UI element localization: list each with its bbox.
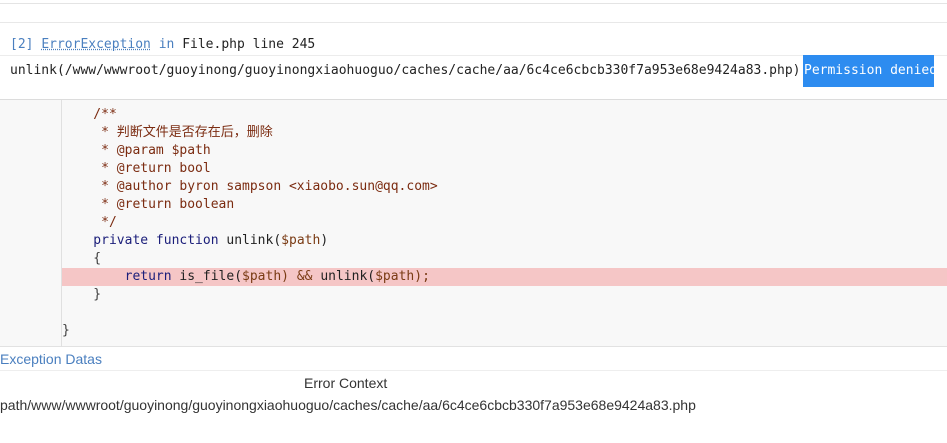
code-line: * @param $path: [62, 143, 211, 158]
code-function: unlink(: [226, 233, 282, 248]
exception-datas-title: Exception Datas: [0, 351, 102, 367]
code-line: private function unlink($path): [62, 232, 947, 250]
code-line: {: [62, 251, 102, 266]
exception-message: unlink(/www/wwwroot/guoyinong/guoyinongx…: [0, 55, 947, 100]
code-keyword: return: [62, 269, 180, 284]
context-key: path: [0, 397, 28, 413]
code-line: * 判断文件是否存在后，删除: [62, 125, 273, 140]
exception-title: [2] ErrorException in File.php line 245: [10, 36, 315, 54]
top-border: [0, 0, 947, 4]
exception-location: File.php line 245: [182, 37, 316, 52]
exception-index: [2]: [10, 37, 34, 52]
code-line: * @return bool: [62, 161, 211, 176]
exception-reason-selected[interactable]: Permission denied: [803, 55, 937, 87]
code-line: /**: [62, 107, 117, 122]
code-variable: $path: [375, 269, 415, 284]
exception-in-word: in: [158, 37, 175, 52]
code-line: * @return boolean: [62, 197, 235, 212]
code-line: }: [62, 323, 70, 338]
code-function: unlink(: [320, 269, 376, 284]
exception-class-link[interactable]: ErrorException: [41, 37, 151, 52]
code-line: * @author byron sampson <xiaobo.sun@qq.c…: [62, 179, 438, 194]
code-punct: );: [414, 269, 430, 284]
exception-message-text: unlink(/www/wwwroot/guoyinong/guoyinongx…: [10, 63, 809, 78]
separator: [0, 370, 947, 371]
code-line-highlighted: return is_file($path) && unlink($path);: [62, 268, 947, 286]
code-variable: $path: [281, 233, 321, 248]
code-punct: ): [320, 233, 329, 248]
code-keyword: private function: [62, 233, 227, 248]
error-context-title: Error Context: [304, 375, 388, 391]
code-line: }: [62, 287, 102, 302]
code-variable: $path: [242, 269, 282, 284]
source-code-block: /** * 判断文件是否存在后，删除 * @param $path * @ret…: [0, 100, 947, 347]
context-row: path/www/wwwroot/guoyinong/guoyinongxiao…: [0, 396, 696, 414]
code-line: */: [62, 215, 117, 230]
code-operator: ) &&: [281, 269, 321, 284]
separator: [0, 22, 947, 23]
code-function: is_file(: [179, 269, 243, 284]
context-value: /www/wwwroot/guoyinong/guoyinongxiaohuog…: [27, 397, 696, 413]
